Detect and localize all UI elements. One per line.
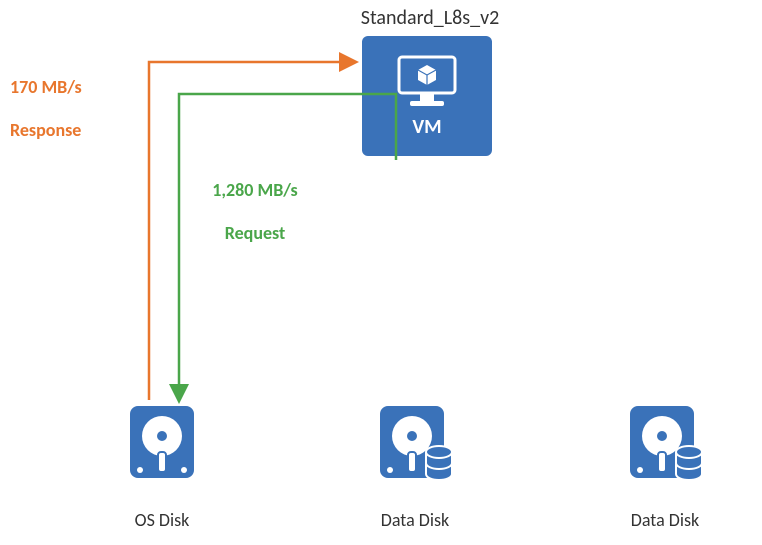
- data-disk1-icon: [372, 402, 456, 482]
- request-word: Request: [225, 222, 286, 244]
- response-label: 170 MB/s Response: [10, 55, 120, 141]
- vm-icon: [394, 53, 460, 109]
- response-rate: 170 MB/s: [10, 76, 82, 98]
- os-disk-icon: [122, 402, 202, 482]
- response-word: Response: [10, 119, 81, 141]
- diagram-canvas: Standard_L8s_v2 VM: [0, 0, 762, 545]
- vm-node: VM: [362, 36, 492, 156]
- vm-title: Standard_L8s_v2: [340, 6, 520, 30]
- data-disk1-label: Data Disk P4: [360, 486, 470, 545]
- request-rate: 1,280 MB/s: [212, 179, 297, 201]
- vm-caption: VM: [412, 115, 441, 139]
- os-disk-name: OS Disk: [135, 509, 190, 531]
- os-disk-label: OS Disk P4: [110, 486, 214, 545]
- data-disk2-icon: [622, 402, 706, 482]
- request-label: 1,280 MB/s Request: [190, 158, 320, 244]
- data-disk1-name: Data Disk: [381, 509, 449, 531]
- data-disk2-label: Data Disk P4: [610, 486, 720, 545]
- data-disk2-name: Data Disk: [631, 509, 699, 531]
